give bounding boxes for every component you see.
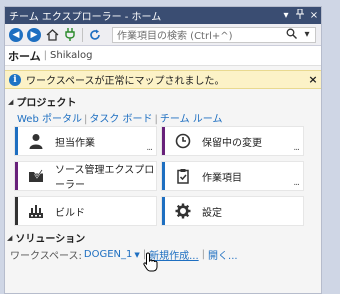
workspace-dropdown[interactable]: DOGEN_1 bbox=[84, 249, 132, 260]
web-portal-link[interactable]: Web ポータル bbox=[17, 114, 82, 125]
refresh-icon[interactable] bbox=[88, 28, 102, 42]
tile-settings[interactable]: 設定 bbox=[161, 196, 304, 226]
info-message: ワークスペースが正常にマップされました。 bbox=[26, 76, 225, 87]
solution-section-title: ソリューション bbox=[15, 234, 86, 245]
link-separator: | bbox=[83, 114, 88, 125]
link-separator: | bbox=[201, 249, 206, 260]
tile-builds[interactable]: ビルド bbox=[14, 196, 157, 226]
info-bar: i ワークスペースが正常にマップされました。 × bbox=[5, 70, 321, 89]
project-section-title: プロジェクト bbox=[16, 98, 77, 109]
tile-stripe bbox=[15, 127, 18, 155]
tile-label: 担当作業 bbox=[55, 137, 95, 149]
tile-label: 作業項目 bbox=[202, 172, 242, 184]
team-room-link[interactable]: チーム ルーム bbox=[160, 114, 223, 125]
info-icon: i bbox=[9, 73, 21, 86]
window-edge bbox=[326, 6, 340, 294]
tile-my-work[interactable]: 担当作業 ... bbox=[14, 126, 157, 156]
collapse-triangle-icon[interactable]: ◢ bbox=[8, 98, 13, 106]
clock-icon bbox=[172, 130, 194, 152]
page-title[interactable]: ホーム bbox=[8, 48, 41, 64]
person-icon bbox=[25, 130, 47, 152]
tile-stripe bbox=[162, 162, 165, 190]
back-icon[interactable]: ◀ bbox=[9, 27, 23, 42]
close-icon[interactable]: × bbox=[307, 10, 321, 21]
search-icon[interactable] bbox=[283, 28, 299, 42]
title-bar[interactable]: チーム エクスプローラー - ホーム ▾ × bbox=[5, 7, 321, 24]
tile-stripe bbox=[15, 162, 18, 190]
folder-check-icon bbox=[25, 165, 47, 187]
window-title: チーム エクスプローラー - ホーム bbox=[9, 12, 162, 23]
workspace-row: ワークスペース: DOGEN_1 ▼ | 新規作成... | 開く... bbox=[0, 247, 318, 262]
project-section-header[interactable]: ◢ プロジェクト bbox=[5, 94, 321, 110]
gear-icon bbox=[172, 200, 194, 222]
tile-label: ビルド bbox=[55, 207, 85, 219]
chevron-down-icon[interactable]: ▼ bbox=[134, 251, 139, 259]
task-board-link[interactable]: タスク ボード bbox=[89, 114, 152, 125]
connect-icon[interactable] bbox=[63, 28, 77, 42]
pin-icon[interactable] bbox=[293, 8, 307, 22]
dropdown-icon[interactable]: ▾ bbox=[279, 10, 293, 21]
info-close-icon[interactable]: × bbox=[305, 73, 321, 86]
build-icon bbox=[25, 200, 47, 222]
header-separator: | bbox=[43, 50, 48, 61]
workspace-label: ワークスペース: bbox=[10, 251, 82, 262]
tile-stripe bbox=[15, 197, 18, 225]
tile-stripe bbox=[162, 127, 165, 155]
toolbar-separator bbox=[82, 27, 83, 42]
solution-section-header[interactable]: ◢ ソリューション bbox=[0, 230, 318, 246]
page-header: ホーム | Shikalog bbox=[5, 46, 321, 66]
project-name: Shikalog bbox=[50, 50, 93, 61]
tile-more-icon[interactable]: ... bbox=[146, 143, 153, 153]
tile-work-items[interactable]: 作業項目 ... bbox=[161, 161, 304, 191]
tiles-grid: 担当作業 ... 保留中の変更 ... ソース管理エクスプローラー 作業項目 .… bbox=[14, 126, 304, 226]
search-dropdown-icon[interactable]: ▾ bbox=[299, 29, 315, 40]
collapse-triangle-icon[interactable]: ◢ bbox=[7, 234, 12, 242]
open-solution-link[interactable]: 開く... bbox=[208, 247, 238, 262]
tile-source-control-explorer[interactable]: ソース管理エクスプローラー bbox=[14, 161, 157, 191]
toolbar: ◀ ▶ 作業項目の検索 (Ctrl+^) ▾ bbox=[5, 24, 321, 46]
tile-more-icon[interactable]: ... bbox=[293, 178, 300, 188]
forward-icon[interactable]: ▶ bbox=[27, 27, 41, 42]
hand-cursor-icon bbox=[143, 252, 159, 277]
link-separator: | bbox=[154, 114, 158, 125]
clipboard-icon bbox=[172, 165, 194, 187]
tile-pending-changes[interactable]: 保留中の変更 ... bbox=[161, 126, 304, 156]
tile-label: 保留中の変更 bbox=[202, 137, 262, 149]
tile-stripe bbox=[162, 197, 165, 225]
solution-section: ◢ ソリューション ワークスペース: DOGEN_1 ▼ | 新規作成... |… bbox=[0, 230, 318, 263]
search-placeholder: 作業項目の検索 (Ctrl+^) bbox=[117, 31, 233, 42]
home-icon[interactable] bbox=[45, 28, 59, 42]
tile-label: ソース管理エクスプローラー bbox=[55, 165, 155, 191]
tile-more-icon[interactable]: ... bbox=[293, 143, 300, 153]
search-input[interactable]: 作業項目の検索 (Ctrl+^) ▾ bbox=[112, 26, 316, 43]
tile-label: 設定 bbox=[202, 207, 222, 219]
project-links: Web ポータル | タスク ボード | チーム ルーム bbox=[5, 110, 321, 125]
